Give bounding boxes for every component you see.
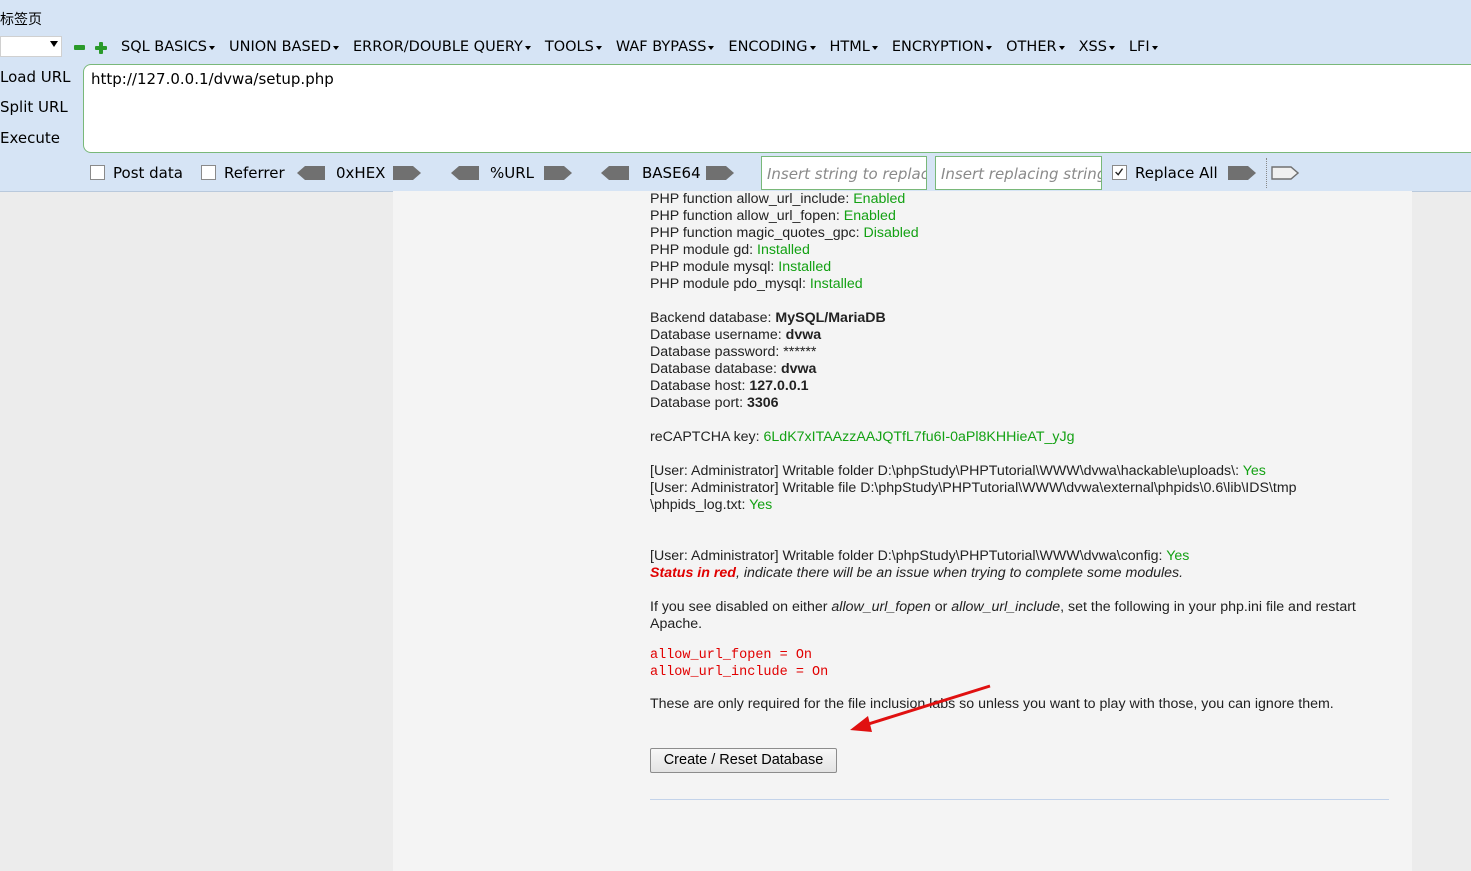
url-encoding-label: %URL <box>490 164 535 182</box>
referrer-label: Referrer <box>224 164 285 182</box>
decrease-icon[interactable] <box>74 45 85 50</box>
caret-down-icon <box>986 46 993 50</box>
url-encode-arrow-icon[interactable] <box>544 166 572 180</box>
caret-down-icon <box>1058 46 1065 50</box>
writable-row: [User: Administrator] Writable folder D:… <box>650 463 1266 479</box>
recaptcha-row: reCAPTCHA key: 6LdK7xITAAzzAAJQTfL7fu6I-… <box>650 429 1075 445</box>
caret-down-icon <box>708 46 715 50</box>
create-reset-database-button[interactable]: Create / Reset Database <box>650 748 837 773</box>
url-decode-arrow-icon[interactable] <box>451 166 479 180</box>
writable-row: [User: Administrator] Writable file D:\p… <box>650 480 1297 496</box>
checkmark-icon <box>1115 168 1124 176</box>
load-url-button[interactable]: Load URL <box>0 68 71 86</box>
split-url-button[interactable]: Split URL <box>0 98 68 116</box>
caret-down-icon <box>871 46 878 50</box>
menu-sql-basics[interactable]: SQL BASICS <box>121 39 215 55</box>
tab-title: 标签页 <box>0 12 42 28</box>
caret-down-icon <box>1108 46 1115 50</box>
base64-label: BASE64 <box>642 164 701 182</box>
hex-label: 0xHEX <box>336 164 386 182</box>
check-row: PHP module mysql: Installed <box>650 259 832 275</box>
disabled-note-cont: Apache. <box>650 616 703 632</box>
find-string-input[interactable]: Insert string to replace <box>761 156 927 190</box>
check-row: PHP function magic_quotes_gpc: Disabled <box>650 225 919 241</box>
hex-encode-arrow-icon[interactable] <box>393 166 421 180</box>
replace-all-label: Replace All <box>1135 164 1218 182</box>
menu-union-based[interactable]: UNION BASED <box>229 39 339 55</box>
execute-button[interactable]: Execute <box>0 129 60 147</box>
hex-decode-arrow-icon[interactable] <box>297 166 325 180</box>
post-data-label: Post data <box>113 164 183 182</box>
caret-down-icon <box>595 46 602 50</box>
menu-encoding[interactable]: ENCODING <box>728 39 816 55</box>
config-folder-row: [User: Administrator] Writable folder D:… <box>650 548 1190 564</box>
writable-row: \phpids_log.txt: Yes <box>650 497 773 513</box>
menu-lfi[interactable]: LFI <box>1129 39 1158 55</box>
db-row: Database username: dvwa <box>650 327 822 343</box>
increase-icon[interactable] <box>95 42 107 54</box>
menu-html[interactable]: HTML <box>830 39 878 55</box>
check-row: PHP function allow_url_fopen: Enabled <box>650 208 896 224</box>
status-note: Status in red, indicate there will be an… <box>650 565 1184 581</box>
replace-next-arrow-icon[interactable] <box>1271 166 1299 180</box>
menu-tools[interactable]: TOOLS <box>545 39 602 55</box>
menu-waf-bypass[interactable]: WAF BYPASS <box>616 39 715 55</box>
base64-decode-arrow-icon[interactable] <box>601 166 629 180</box>
db-row: Backend database: MySQL/MariaDB <box>650 310 886 326</box>
code-line: allow_url_fopen = On <box>650 648 813 663</box>
dropdown-arrow-icon <box>50 41 58 47</box>
caret-down-icon <box>1151 46 1158 50</box>
menu-xss[interactable]: XSS <box>1079 39 1115 55</box>
caret-down-icon <box>524 46 531 50</box>
check-row: PHP module gd: Installed <box>650 242 810 258</box>
hackbar-menu: SQL BASICS UNION BASED ERROR/DOUBLE QUER… <box>121 39 1172 55</box>
red-annotation-arrow-icon <box>850 684 991 732</box>
db-row: Database port: 3306 <box>650 395 779 411</box>
caret-down-icon <box>208 46 215 50</box>
db-row: Database host: 127.0.0.1 <box>650 378 809 394</box>
url-value: http://127.0.0.1/dvwa/setup.php <box>91 70 334 88</box>
menu-other[interactable]: OTHER <box>1006 39 1065 55</box>
url-textarea[interactable]: http://127.0.0.1/dvwa/setup.php <box>83 64 1471 153</box>
check-row: PHP module pdo_mysql: Installed <box>650 276 863 292</box>
replace-all-checkbox[interactable] <box>1112 165 1127 180</box>
referrer-checkbox[interactable] <box>201 165 216 180</box>
toolbar-separator <box>1266 158 1267 188</box>
disabled-note: If you see disabled on either allow_url_… <box>650 599 1356 615</box>
setup-content: PHP function allow_url_include: Enabled … <box>650 191 1390 713</box>
only-required-note: These are only required for the file inc… <box>650 696 1334 712</box>
menu-encryption[interactable]: ENCRYPTION <box>892 39 993 55</box>
menu-error-double-query[interactable]: ERROR/DOUBLE QUERY <box>353 39 531 55</box>
history-dropdown[interactable] <box>0 36 62 57</box>
divider <box>650 799 1389 800</box>
base64-encode-arrow-icon[interactable] <box>706 166 734 180</box>
caret-down-icon <box>809 46 816 50</box>
db-row: Database password: ****** <box>650 344 817 360</box>
check-row: PHP function allow_url_include: Enabled <box>650 191 906 207</box>
replace-apply-arrow-icon[interactable] <box>1228 166 1256 180</box>
code-line: allow_url_include = On <box>650 665 829 680</box>
post-data-checkbox[interactable] <box>90 165 105 180</box>
db-row: Database database: dvwa <box>650 361 817 377</box>
replace-string-input[interactable]: Insert replacing string <box>935 156 1102 190</box>
caret-down-icon <box>333 46 339 50</box>
hackbar-toolbar: 标签页 SQL BASICS UNION BASED ERROR/DOUBLE … <box>0 0 1471 192</box>
